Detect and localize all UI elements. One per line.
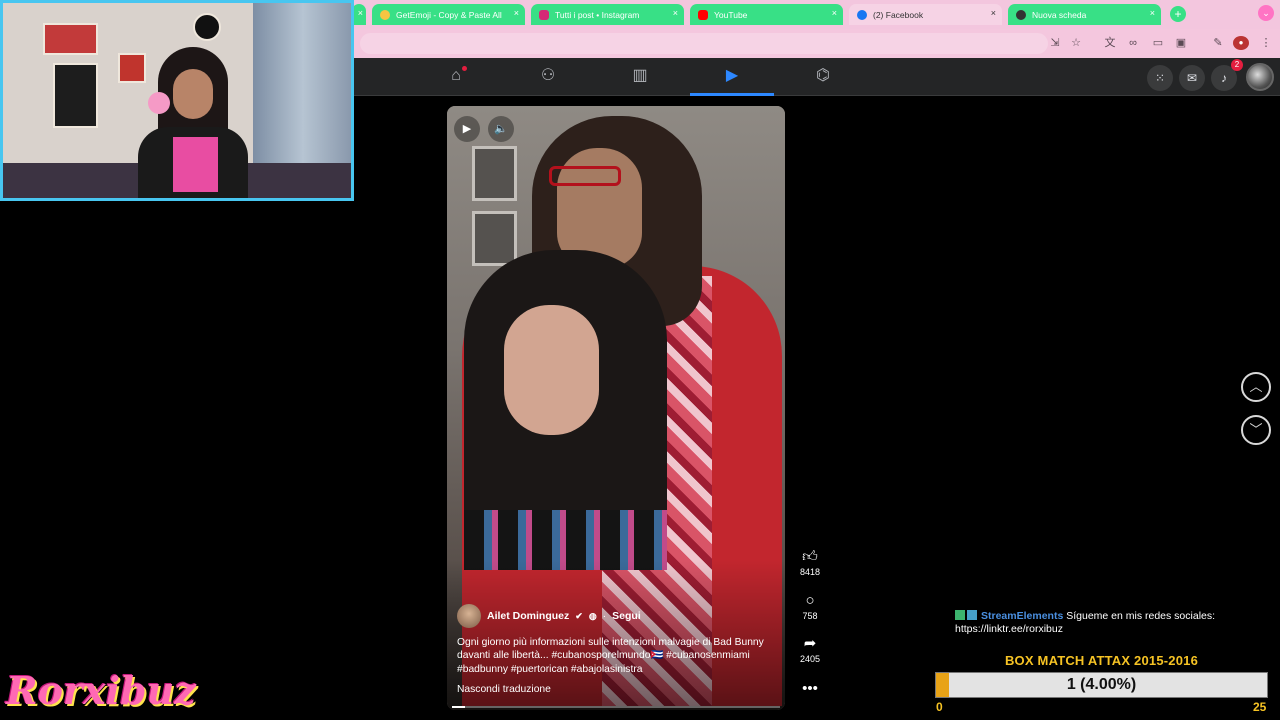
tab-partial[interactable]: × [352,4,366,25]
menu-grid-icon[interactable]: ⁙ [1147,65,1173,91]
feeds-icon[interactable]: ▥ [629,65,651,87]
bot-badge-icon [967,610,977,620]
reader-icon[interactable]: ▭ [1150,36,1166,50]
tab-title: (2) Facebook [873,9,924,20]
webcam-overlay [0,0,354,201]
goal-min-label: 0 [936,700,943,714]
facebook-header: ⌂ ⚇ ▥ ▶ ⌬ ⁙ ✉ ♪ 2 [352,58,1280,96]
youtube-icon [698,9,708,20]
tab-youtube[interactable]: YouTube × [690,4,843,25]
install-icon[interactable]: ⇲ [1047,36,1063,50]
link-icon[interactable]: ∞ [1125,36,1141,50]
more-dots-icon: ••• [802,680,818,697]
tab-getemoji[interactable]: GetEmoji - Copy & Paste All × [372,4,525,25]
close-tab-icon[interactable]: × [991,8,996,18]
close-tab-icon[interactable]: × [1150,8,1155,18]
thumbs-up-icon: 👍︎ [802,548,818,565]
video-progress-bar[interactable] [452,706,780,708]
reel-caption: Ogni giorno più informazioni sulle inten… [457,637,764,675]
curtain [253,3,351,173]
author-name[interactable]: Ailet Dominguez [487,610,569,622]
menu-dots-icon[interactable]: ⋮ [1258,36,1274,50]
emoji-icon [380,9,390,20]
picture-frame [43,23,98,55]
video-progress-fill [452,706,466,708]
browser-tab-strip: × GetEmoji - Copy & Paste All × Tutti i … [352,0,1280,29]
streamer [138,47,248,198]
hide-translation-link[interactable]: Nascondi traduzione [457,684,551,695]
face [504,305,599,435]
tab-title: YouTube [714,9,748,20]
reel-video[interactable]: ▶ 🔈 Ailet Dominguez ✔ ◍ · Segui Ogni gio… [447,106,785,710]
translate-icon[interactable]: 文 [1102,36,1118,50]
goal-title: BOX MATCH ATTAX 2015-2016 [1004,653,1199,668]
play-icon[interactable]: ▶ [454,116,480,142]
home-notification-dot [462,66,467,71]
notification-badge: 2 [1231,59,1243,71]
facebook-icon [857,9,867,20]
account-avatar[interactable] [1246,63,1274,91]
chat-username: StreamElements [981,610,1064,622]
omnibox[interactable] [360,33,1048,54]
tab-instagram[interactable]: Tutti i post • Instagram × [531,4,684,25]
poster [53,63,98,128]
extension-icon[interactable]: ✎ [1210,36,1226,50]
share-count: 2405 [799,654,821,664]
tab-new-tab[interactable]: Nuova scheda × [1008,4,1161,25]
goal-max-label: 25 [1253,700,1267,714]
chevron-down-icon: ﹀ [1249,422,1263,437]
chrome-icon [1016,9,1026,20]
tab-title: GetEmoji - Copy & Paste All [396,9,502,20]
messenger-icon[interactable]: ✉ [1179,65,1205,91]
chevron-up-icon: ︿ [1249,379,1263,394]
vinyl-record [193,13,221,41]
reel-author: Ailet Dominguez ✔ ◍ · Segui [457,604,641,628]
tab-title: Tutti i post • Instagram [555,9,640,20]
like-count: 8418 [799,567,821,577]
stream-chat-message: StreamElements Sígueme en mis redes soci… [955,610,1275,636]
author-avatar[interactable] [457,604,481,628]
mod-badge-icon [955,610,965,620]
glasses [549,166,621,186]
goal-progress-bar: 1 (4.00%) [935,672,1268,698]
bookmark-star-icon[interactable]: ☆ [1068,36,1084,50]
close-tab-icon[interactable]: × [832,8,837,18]
green-screen-person [464,250,667,570]
share-button[interactable]: ➦ 2405 [790,635,830,664]
screen: × GetEmoji - Copy & Paste All × Tutti i … [0,0,1280,720]
next-reel-button[interactable]: ﹀ [1241,415,1271,445]
share-icon: ➦ [803,635,817,652]
active-tab-indicator [690,93,774,96]
globe-icon: ◍ [588,610,597,621]
channel-logo: Rorxibuz [6,668,196,713]
like-button[interactable]: 👍︎ 8418 [790,548,830,577]
verified-icon: ✔ [575,610,583,621]
previous-reel-button[interactable]: ︿ [1241,372,1271,402]
volume-icon[interactable]: 🔈 [488,116,514,142]
comment-icon: ○ [805,592,815,609]
comment-count: 758 [802,611,818,621]
cast-icon[interactable]: ▣ [1173,36,1189,50]
close-tab-icon[interactable]: × [514,8,519,18]
friends-icon[interactable]: ⚇ [537,65,559,87]
new-tab-button[interactable]: + [1170,6,1186,22]
goal-progress-text: 1 (4.00%) [1066,676,1137,693]
tab-search-button[interactable]: ⌄ [1258,5,1274,21]
follow-button[interactable]: Segui [612,610,641,622]
marketplace-icon[interactable]: ⌬ [812,65,834,87]
close-tab-icon[interactable]: × [673,8,678,18]
profile-icon[interactable]: ● [1233,36,1249,50]
more-options-button[interactable]: ••• [790,680,830,698]
instagram-icon [539,9,549,20]
background-window [472,146,517,201]
tab-facebook[interactable]: (2) Facebook × [849,4,1002,25]
tab-title: Nuova scheda [1032,9,1087,20]
comment-button[interactable]: ○ 758 [790,592,830,621]
reels-icon[interactable]: ▶ [721,65,743,87]
